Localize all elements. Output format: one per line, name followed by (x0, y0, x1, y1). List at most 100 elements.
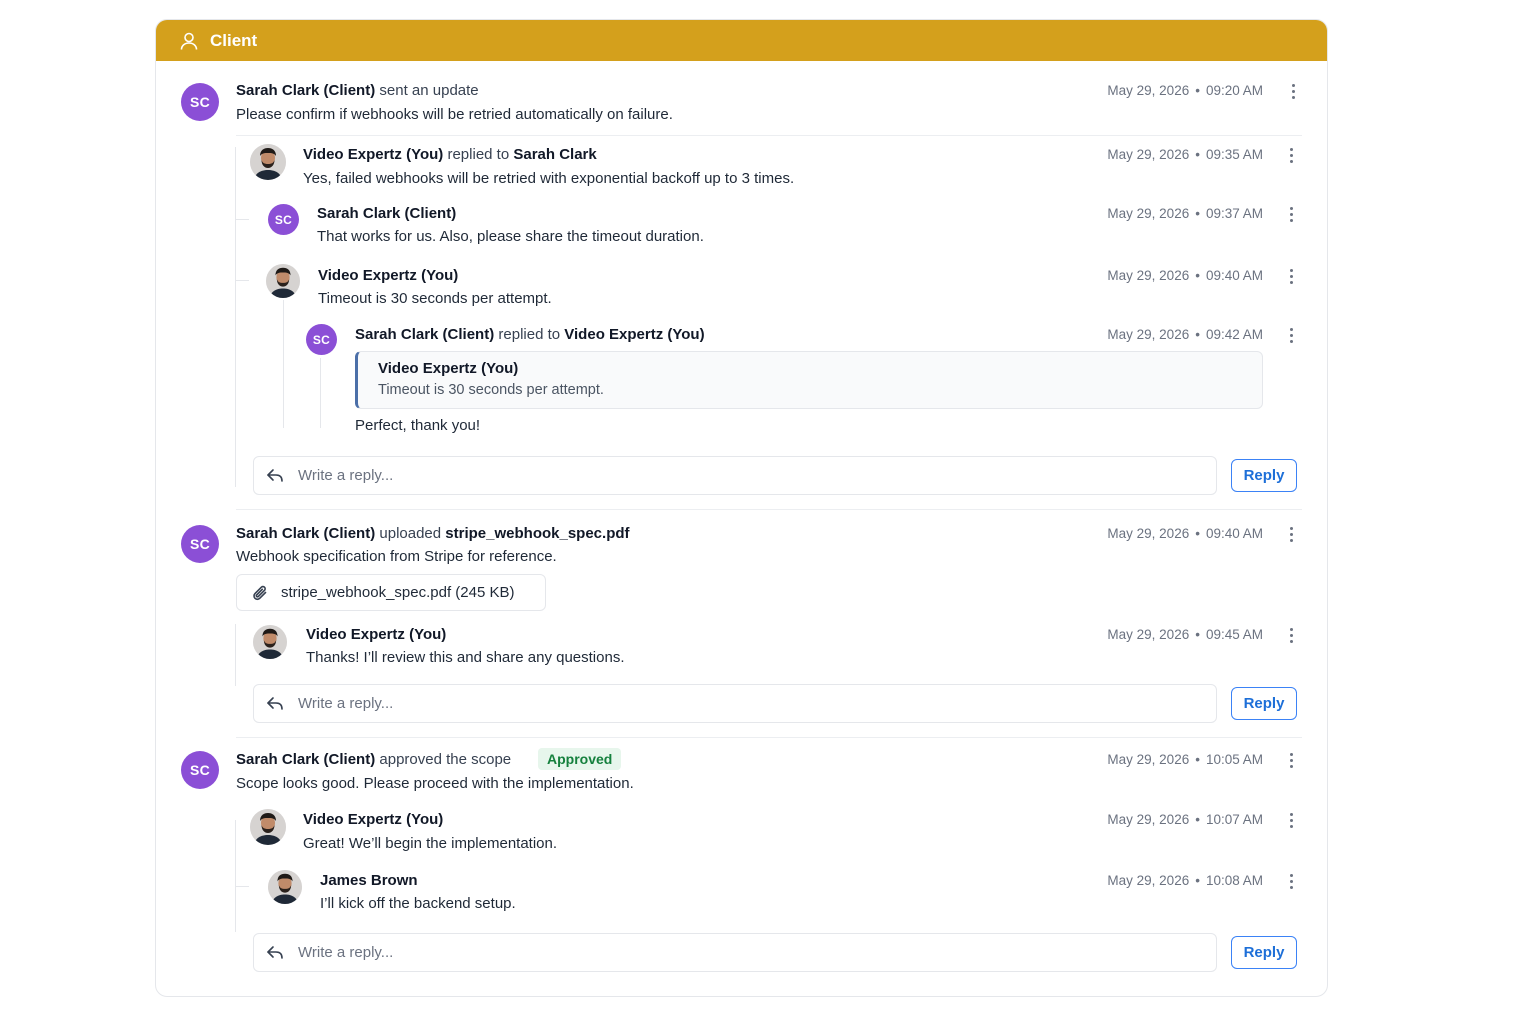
action-text: replied to (498, 326, 561, 343)
quoted-author: Video Expertz (You) (378, 360, 519, 377)
post-text: Webhook specification from Stripe for re… (236, 548, 557, 565)
action-text: uploaded (379, 525, 442, 542)
reply-input[interactable] (298, 467, 1178, 484)
client-activity-card: Client SC Sarah Clark (Client) sent an u… (155, 19, 1328, 997)
post-header: Sarah Clark (Client) uploaded stripe_web… (236, 525, 630, 542)
author-name: Sarah Clark (Client) (317, 205, 457, 222)
reply-input-container[interactable] (253, 933, 1217, 972)
author-name: Video Expertz (You) (303, 811, 444, 828)
time: 10:05 AM (1205, 752, 1263, 767)
more-options-icon[interactable] (1284, 872, 1298, 890)
more-options-icon[interactable] (1284, 811, 1298, 829)
more-options-icon[interactable] (1284, 525, 1298, 543)
timestamp: May 29, 2026 • 09:40 AM (1107, 526, 1263, 541)
reply-text: Timeout is 30 seconds per attempt. (318, 290, 552, 307)
attachment-chip[interactable]: stripe_webhook_spec.pdf (245 KB) (236, 574, 546, 611)
reply-input[interactable] (298, 695, 1178, 712)
post-header: Sarah Clark (Client) approved the scope (236, 751, 511, 768)
timestamp: May 29, 2026 • 09:20 AM (1107, 83, 1263, 98)
post-text: Scope looks good. Please proceed with th… (236, 775, 634, 792)
separator: • (1195, 752, 1200, 767)
date: May 29, 2026 (1107, 812, 1190, 827)
time: 09:37 AM (1205, 206, 1263, 221)
time: 09:40 AM (1205, 526, 1263, 541)
time: 10:07 AM (1205, 812, 1263, 827)
author-name: Sarah Clark (Client) (236, 751, 376, 768)
timestamp: May 29, 2026 • 09:40 AM (1107, 268, 1263, 283)
date: May 29, 2026 (1107, 873, 1190, 888)
more-options-icon[interactable] (1284, 326, 1298, 344)
more-options-icon[interactable] (1286, 82, 1300, 100)
thread-line (235, 820, 236, 932)
reply-header: James Brown (320, 872, 418, 889)
more-options-icon[interactable] (1284, 205, 1298, 223)
author-name: James Brown (320, 872, 418, 889)
time: 09:45 AM (1205, 627, 1263, 642)
reply-button[interactable]: Reply (1231, 459, 1297, 492)
quoted-text: Timeout is 30 seconds per attempt. (378, 382, 604, 398)
more-options-icon[interactable] (1284, 626, 1298, 644)
reply-text: Great! We’ll begin the implementation. (303, 835, 558, 852)
timestamp: May 29, 2026 • 10:08 AM (1107, 873, 1263, 888)
separator: • (1195, 526, 1200, 541)
reply-text: I’ll kick off the backend setup. (320, 895, 516, 912)
reply-button[interactable]: Reply (1231, 936, 1297, 969)
thread-line (235, 624, 236, 686)
separator: • (1195, 147, 1200, 162)
avatar (250, 809, 286, 845)
timestamp: May 29, 2026 • 09:35 AM (1107, 147, 1263, 162)
separator: • (1195, 327, 1200, 342)
date: May 29, 2026 (1107, 526, 1190, 541)
date: May 29, 2026 (1107, 147, 1190, 162)
reply-arrow-icon (265, 466, 285, 486)
avatar (266, 264, 300, 298)
avatar: SC (181, 525, 219, 563)
divider (236, 509, 1302, 510)
post-text: Please confirm if webhooks will be retri… (236, 106, 673, 123)
reply-header: Video Expertz (You) (306, 626, 446, 643)
avatar: SC (181, 751, 219, 789)
reply-input[interactable] (298, 944, 1178, 961)
date: May 29, 2026 (1107, 752, 1190, 767)
time: 09:42 AM (1205, 327, 1263, 342)
date: May 29, 2026 (1107, 206, 1190, 221)
author-name: Video Expertz (You) (303, 146, 444, 163)
author-name: Video Expertz (You) (306, 626, 447, 643)
reply-arrow-icon (265, 943, 285, 963)
reply-text: Thanks! I’ll review this and share any q… (306, 649, 625, 666)
separator: • (1195, 206, 1200, 221)
action-text: replied to (447, 146, 510, 163)
quoted-message[interactable]: Video Expertz (You) Timeout is 30 second… (355, 351, 1263, 409)
reply-text: That works for us. Also, please share th… (317, 228, 704, 245)
timestamp: May 29, 2026 • 10:05 AM (1107, 752, 1263, 767)
separator: • (1195, 812, 1200, 827)
timestamp: May 29, 2026 • 09:37 AM (1107, 206, 1263, 221)
time: 10:08 AM (1205, 873, 1263, 888)
author-name: Sarah Clark (Client) (236, 82, 376, 99)
reply-input-container[interactable] (253, 456, 1217, 495)
avatar (253, 625, 287, 659)
timestamp: May 29, 2026 • 10:07 AM (1107, 812, 1263, 827)
reply-header: Sarah Clark (Client) replied to Video Ex… (355, 326, 705, 343)
author-name: Sarah Clark (Client) (355, 326, 495, 343)
attachment-name: stripe_webhook_spec.pdf (245 KB) (281, 584, 515, 601)
user-icon (178, 30, 200, 52)
time: 09:35 AM (1205, 147, 1263, 162)
more-options-icon[interactable] (1284, 751, 1298, 769)
divider (236, 135, 1302, 136)
card-title: Client (210, 30, 258, 50)
more-options-icon[interactable] (1284, 267, 1298, 285)
uploaded-file-name: stripe_webhook_spec.pdf (445, 525, 630, 542)
time: 09:20 AM (1205, 83, 1263, 98)
avatar: SC (181, 83, 219, 121)
more-options-icon[interactable] (1284, 146, 1298, 164)
paperclip-icon (251, 583, 271, 603)
timestamp: May 29, 2026 • 09:42 AM (1107, 327, 1263, 342)
reply-header: Video Expertz (You) (318, 267, 458, 284)
thread-connector (235, 280, 249, 281)
reply-button[interactable]: Reply (1231, 687, 1297, 720)
avatar: SC (306, 324, 337, 355)
reply-input-container[interactable] (253, 684, 1217, 723)
separator: • (1195, 873, 1200, 888)
date: May 29, 2026 (1107, 268, 1190, 283)
